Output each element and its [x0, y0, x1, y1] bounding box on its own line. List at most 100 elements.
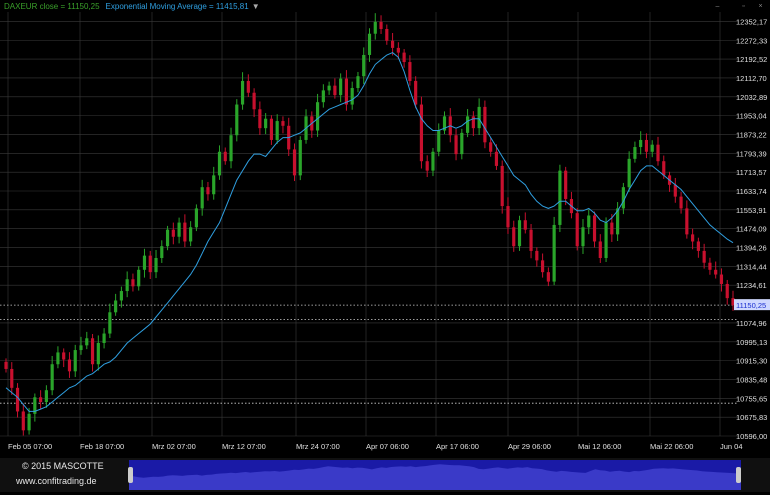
candle-body: [396, 47, 400, 53]
candle-body: [223, 151, 227, 162]
candle: [235, 99, 239, 142]
candle-body: [408, 62, 412, 81]
candle-body: [252, 92, 256, 110]
candle: [500, 160, 504, 214]
candle-body: [552, 224, 556, 282]
candle-body: [471, 116, 475, 129]
candle-body: [142, 255, 147, 270]
candle-body: [114, 300, 118, 313]
minimize-icon[interactable]: –: [714, 3, 721, 10]
candle: [575, 208, 579, 251]
candle: [483, 100, 487, 149]
candle-body: [437, 130, 441, 152]
chart-legend: DAXEUR close = 11150,25 Exponential Movin…: [4, 2, 260, 11]
candle-body: [702, 250, 706, 263]
candle-body: [529, 229, 533, 251]
candle: [517, 215, 522, 251]
candle-body: [598, 241, 602, 258]
y-tick-label: 11074,96: [736, 319, 767, 328]
y-tick-label: 11394,26: [736, 244, 767, 253]
candle-body: [696, 241, 700, 251]
candle-body: [517, 220, 522, 247]
candle-body: [39, 397, 43, 403]
candle-body: [350, 88, 354, 105]
y-tick-label: 11873,22: [736, 130, 767, 139]
y-tick-label: 11633,74: [736, 187, 767, 196]
candle-body: [639, 139, 643, 148]
candle-body: [535, 250, 539, 261]
candle-body: [644, 139, 649, 152]
time-navigator[interactable]: [129, 460, 741, 490]
candle-body: [15, 387, 20, 412]
candle: [552, 216, 556, 286]
y-tick-label: 12352,17: [736, 17, 767, 26]
candle: [298, 136, 302, 181]
x-tick-label: Mai 12 06:00: [578, 442, 621, 451]
candle-body: [385, 28, 389, 41]
candle: [419, 96, 424, 169]
candle-body: [206, 187, 210, 195]
candle-body: [200, 187, 204, 209]
y-tick-label: 10915,30: [736, 357, 767, 366]
candle-body: [460, 132, 464, 155]
candle-body: [500, 165, 504, 207]
y-tick-label: 11474,09: [736, 225, 767, 234]
candle-body: [339, 78, 343, 96]
candle-body: [212, 175, 216, 195]
candle-body: [587, 215, 591, 228]
ema-legend-label[interactable]: Exponential Moving Average = 11415,81: [106, 2, 249, 11]
y-tick-label: 11150,25: [736, 301, 766, 310]
close-icon[interactable]: ×: [757, 3, 764, 10]
candle-body: [656, 144, 660, 162]
navigator-left-handle[interactable]: [128, 467, 133, 483]
candle-body: [298, 139, 302, 176]
candle-body: [708, 262, 712, 270]
x-tick-label: Mrz 24 07:00: [296, 442, 340, 451]
candle-body: [419, 104, 424, 162]
y-tick-label: 12112,70: [736, 74, 767, 83]
website-link[interactable]: www.confitrading.de: [16, 476, 97, 486]
triangle-down-icon[interactable]: ▼: [252, 2, 260, 11]
close-legend-label[interactable]: DAXEUR close = 11150,25: [4, 2, 100, 11]
candle-body: [367, 33, 372, 55]
candle-body: [558, 170, 562, 225]
candle-body: [131, 279, 135, 287]
candle-body: [344, 78, 349, 105]
x-tick-label: Mrz 12 07:00: [222, 442, 266, 451]
price-axis[interactable]: 12352,17 12272,33 12192,52 12112,70 12032,89…: [734, 17, 770, 441]
candle-body: [564, 170, 568, 199]
candle-body: [373, 21, 377, 34]
y-tick-label: 10995,13: [736, 338, 767, 347]
candle-body: [685, 208, 689, 235]
candle-body: [333, 85, 337, 96]
candle-body: [90, 338, 95, 365]
candle-body: [194, 208, 198, 228]
y-tick-label: 12192,52: [736, 55, 767, 64]
candle-body: [269, 118, 273, 140]
candle-body: [592, 215, 597, 242]
navigator-right-handle[interactable]: [736, 467, 741, 483]
candle-body: [240, 80, 245, 105]
y-tick-label: 11234,61: [736, 281, 767, 290]
y-tick-label: 11713,57: [736, 168, 767, 177]
candle: [558, 164, 562, 233]
candle-body: [633, 147, 637, 159]
candle-body: [506, 206, 510, 228]
candle-body: [581, 227, 585, 247]
x-tick-label: Jun 04: [720, 442, 743, 451]
candle-body: [523, 220, 527, 230]
candle-body: [604, 222, 608, 258]
candle-body: [379, 21, 383, 29]
x-tick-label: Mrz 02 07:00: [152, 442, 196, 451]
candle-body: [258, 109, 262, 129]
x-tick-label: Apr 17 06:00: [436, 442, 479, 451]
price-chart[interactable]: 12352,17 12272,33 12192,52 12112,70 12032,89…: [0, 0, 770, 492]
candle-body: [189, 227, 193, 242]
y-tick-label: 10755,65: [736, 394, 767, 403]
candle-body: [575, 213, 579, 247]
candle-body: [264, 118, 268, 129]
y-tick-label: 12032,89: [736, 93, 767, 102]
restore-icon[interactable]: ▫: [740, 3, 747, 10]
candle-body: [356, 76, 360, 89]
candle-body: [27, 413, 31, 431]
